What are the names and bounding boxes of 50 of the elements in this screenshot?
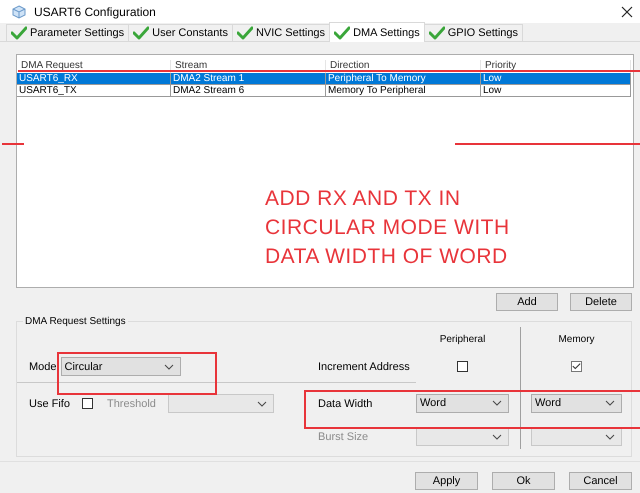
checkbox[interactable] [457,361,468,372]
field-label: Threshold [106,398,156,410]
field-label: Use Fifo [29,398,70,410]
check-icon [11,26,27,40]
table-cell: DMA2 Stream 6 [171,85,326,97]
dialog-button[interactable]: Ok [492,472,555,490]
table-button[interactable]: Add [496,293,558,311]
tab[interactable]: GPIO Settings [424,24,524,41]
field-label: Mode [29,360,57,372]
table-cell: Low [481,85,631,97]
group-title: DMA Request Settings [24,316,127,327]
caret-icon [605,400,615,406]
table-cell: Peripheral To Memory [326,73,481,85]
tab[interactable]: DMA Settings [329,22,425,42]
table-row[interactable]: USART6_RX DMA2 Stream 1 Peripheral To Memory Low [17,73,633,85]
dropdown[interactable]: Word [531,394,622,412]
dialog-button[interactable]: Apply [415,472,478,490]
check-icon [428,26,445,40]
table-cell: USART6_RX [17,73,171,85]
table-cell: USART6_TX [17,85,171,97]
check-icon [133,26,150,40]
column-label: Memory [557,334,596,344]
checkbox[interactable] [571,361,582,372]
dropdown[interactable]: Word [416,394,509,412]
checkbox[interactable] [82,398,93,409]
annotation-text: ADD RX AND TX IN CIRCULAR MODE WITH DATA WIDTH OF WORD [265,186,510,270]
window-title: USART6 Configuration [34,4,157,18]
table-row[interactable]: USART6_TX DMA2 Stream 6 Memory To Peripheral Low [17,85,633,97]
field-label: Burst Size [318,430,370,442]
column-label: Peripheral [438,334,486,344]
close-icon[interactable] [620,4,634,18]
tab[interactable]: User Constants [128,24,233,41]
caret-icon [605,434,615,440]
caret-icon [492,434,502,440]
table-cell: Low [481,73,631,85]
annotation-line [2,143,24,145]
field-label: Increment Address [318,360,411,372]
dialog-button[interactable]: Cancel [569,472,632,490]
caret-icon [492,400,502,406]
tab[interactable]: NVIC Settings [232,24,330,41]
app-icon [12,4,26,18]
check-icon [334,26,350,40]
table-cell: DMA2 Stream 1 [171,73,326,85]
table-button[interactable]: Delete [570,293,632,311]
table-cell: Memory To Peripheral [326,85,481,97]
dropdown[interactable]: Circular [60,357,181,376]
caret-icon [256,400,267,406]
tab[interactable]: Parameter Settings [6,24,130,41]
check-icon [236,26,253,40]
caret-icon [164,364,174,370]
